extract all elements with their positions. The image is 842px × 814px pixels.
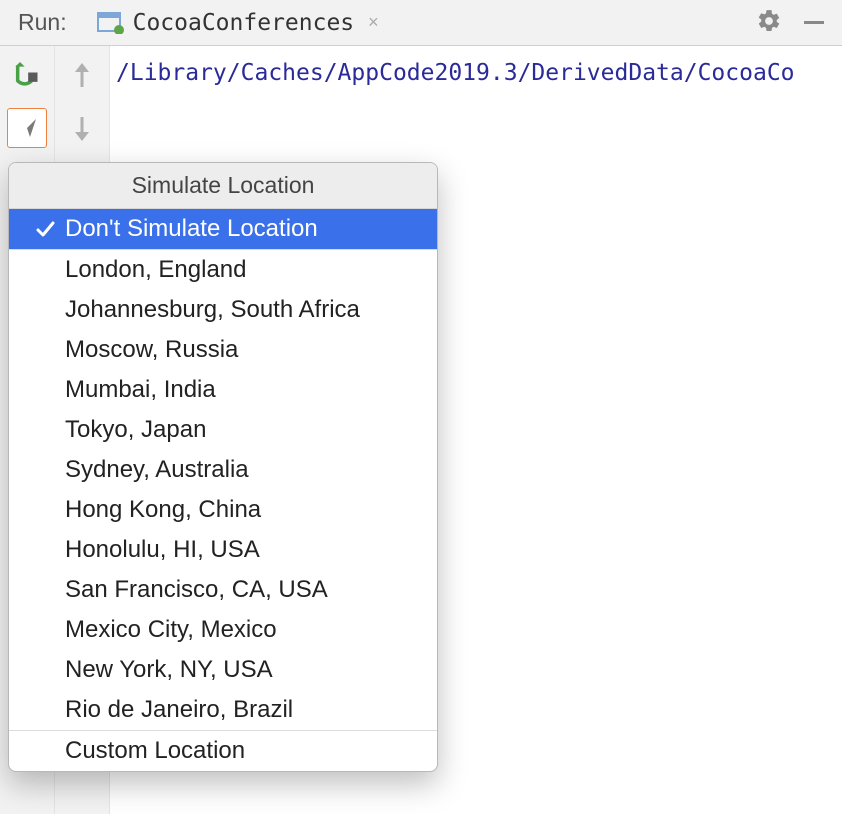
menu-item-location[interactable]: Johannesburg, South Africa: [9, 290, 437, 330]
menu-item-label: Moscow, Russia: [65, 336, 423, 364]
run-panel-titlebar: Run: CocoaConferences ×: [0, 0, 842, 46]
menu-item-location[interactable]: Honolulu, HI, USA: [9, 530, 437, 570]
check-placeholder: [31, 337, 59, 363]
close-icon[interactable]: ×: [368, 12, 379, 33]
menu-item-location[interactable]: London, England: [9, 250, 437, 290]
up-button[interactable]: [62, 56, 102, 96]
simulate-location-button[interactable]: [7, 108, 47, 148]
simulate-location-menu: Simulate Location Don't Simulate Locatio…: [8, 162, 438, 772]
check-placeholder: [31, 377, 59, 403]
run-config-icon: [97, 12, 125, 34]
menu-item-label: New York, NY, USA: [65, 656, 423, 684]
menu-item-location[interactable]: Mexico City, Mexico: [9, 610, 437, 650]
check-placeholder: [31, 657, 59, 683]
menu-item-label: Johannesburg, South Africa: [65, 296, 423, 324]
menu-item-location[interactable]: Mumbai, India: [9, 370, 437, 410]
menu-item-label: Rio de Janeiro, Brazil: [65, 696, 423, 724]
check-placeholder: [31, 257, 59, 283]
menu-item-label: Tokyo, Japan: [65, 416, 423, 444]
menu-item-label: Hong Kong, China: [65, 496, 423, 524]
menu-item-location[interactable]: Hong Kong, China: [9, 490, 437, 530]
check-icon: [31, 216, 59, 242]
menu-item-dont-simulate[interactable]: Don't Simulate Location: [9, 209, 437, 249]
menu-item-label: Sydney, Australia: [65, 456, 423, 484]
check-placeholder: [31, 697, 59, 723]
menu-item-label: San Francisco, CA, USA: [65, 576, 423, 604]
menu-item-location[interactable]: Sydney, Australia: [9, 450, 437, 490]
menu-item-location[interactable]: Moscow, Russia: [9, 330, 437, 370]
menu-item-label: Mexico City, Mexico: [65, 616, 423, 644]
menu-item-location[interactable]: Rio de Janeiro, Brazil: [9, 690, 437, 730]
menu-item-label: Custom Location: [65, 737, 423, 765]
run-label: Run:: [18, 9, 67, 36]
run-tab-label: CocoaConferences: [133, 10, 355, 36]
check-placeholder: [31, 617, 59, 643]
menu-item-label: Don't Simulate Location: [65, 215, 423, 243]
menu-item-label: Mumbai, India: [65, 376, 423, 404]
down-button[interactable]: [62, 108, 102, 148]
minimize-icon[interactable]: [804, 21, 824, 24]
menu-item-custom-location[interactable]: Custom Location: [9, 731, 437, 771]
check-placeholder: [31, 577, 59, 603]
check-placeholder: [31, 497, 59, 523]
menu-item-location[interactable]: San Francisco, CA, USA: [9, 570, 437, 610]
console-path: /Library/Caches/AppCode2019.3/DerivedDat…: [116, 60, 795, 86]
rerun-button[interactable]: [7, 56, 47, 96]
menu-header: Simulate Location: [9, 163, 437, 209]
check-placeholder: [31, 297, 59, 323]
check-placeholder: [31, 417, 59, 443]
run-tab[interactable]: CocoaConferences ×: [89, 4, 387, 42]
gear-icon[interactable]: [756, 8, 782, 37]
menu-item-label: Honolulu, HI, USA: [65, 536, 423, 564]
check-placeholder: [31, 738, 59, 764]
menu-item-location[interactable]: New York, NY, USA: [9, 650, 437, 690]
check-placeholder: [31, 457, 59, 483]
check-placeholder: [31, 537, 59, 563]
menu-item-label: London, England: [65, 256, 423, 284]
menu-item-location[interactable]: Tokyo, Japan: [9, 410, 437, 450]
